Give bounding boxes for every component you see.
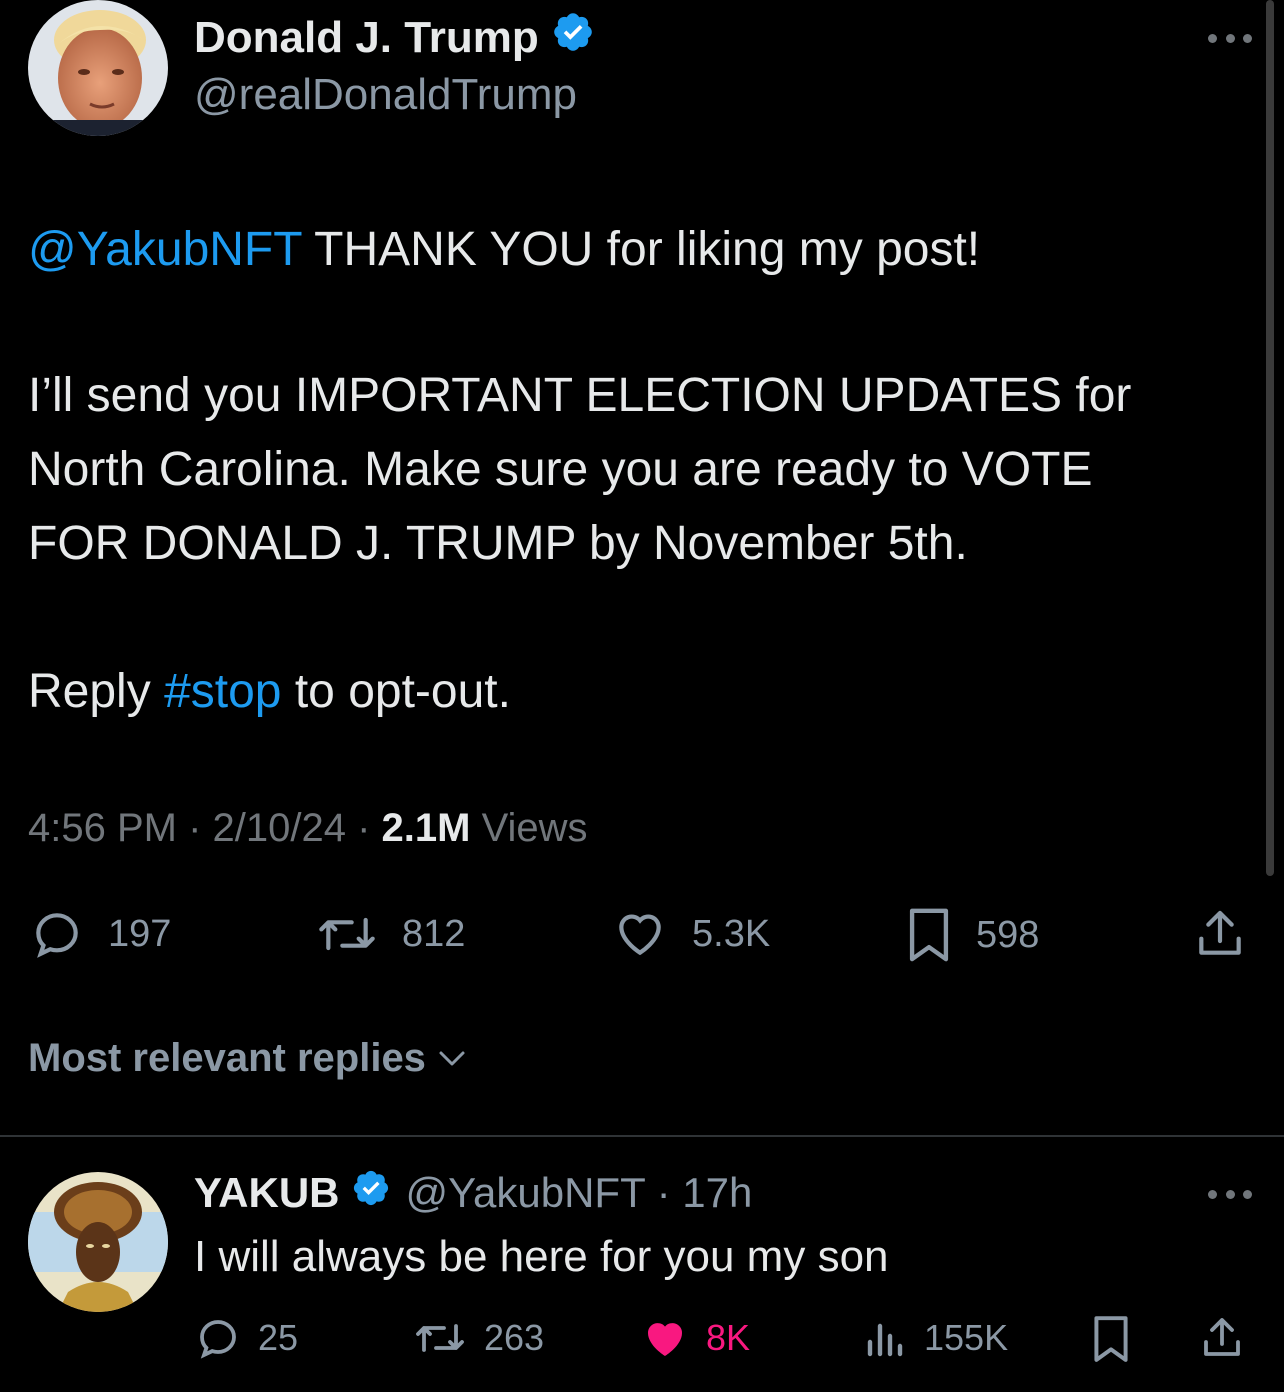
- author-handle[interactable]: @realDonaldTrump: [194, 70, 577, 120]
- reply-author-avatar[interactable]: [28, 1172, 168, 1312]
- heart-filled-icon: [647, 1323, 683, 1356]
- tweet-text: THANK YOU for liking my post!: [301, 223, 981, 276]
- reply-icon: [36, 913, 78, 958]
- scrollbar[interactable]: [1266, 0, 1274, 876]
- reply-reply-count: 25: [258, 1317, 299, 1358]
- chevron-down-icon: [439, 1051, 465, 1065]
- separator: ·: [176, 806, 213, 850]
- more-options-icon[interactable]: [1208, 30, 1252, 46]
- tweet-text-line-1: @YakubNFT THANK YOU for liking my post!: [28, 214, 980, 286]
- reply-like-count: 8K: [706, 1317, 751, 1358]
- repost-button[interactable]: 812: [314, 906, 465, 962]
- share-button[interactable]: [1192, 906, 1248, 962]
- mention-link[interactable]: @YakubNFT: [28, 223, 302, 276]
- like-button[interactable]: 5.3K: [610, 906, 770, 962]
- views-chart-icon: [867, 1323, 903, 1357]
- replies-sort-label[interactable]: Most relevant replies: [28, 1036, 426, 1081]
- repost-icon: [319, 917, 375, 951]
- views-label[interactable]: Views: [470, 806, 588, 850]
- bookmark-icon: [1094, 1316, 1128, 1362]
- verified-badge-icon[interactable]: [351, 1168, 391, 1218]
- tweet-text-line-2: I’ll send you IMPORTANT ELECTION UPDATES…: [28, 369, 1132, 422]
- verified-badge-icon[interactable]: [551, 10, 595, 65]
- views-count[interactable]: 2.1M: [382, 806, 471, 850]
- author-display-name[interactable]: Donald J. Trump: [194, 10, 595, 65]
- bookmark-button[interactable]: 598: [904, 906, 1039, 964]
- author-avatar[interactable]: [28, 0, 168, 136]
- reply-bookmark-button[interactable]: [1090, 1314, 1132, 1364]
- reply-header: YAKUB @YakubNFT · 17h: [194, 1168, 752, 1218]
- share-icon: [1199, 910, 1241, 955]
- reply-handle-time[interactable]: @YakubNFT · 17h: [405, 1169, 752, 1217]
- tweet-text-line-4: FOR DONALD J. TRUMP by November 5th.: [28, 517, 968, 570]
- reply-icon: [200, 1320, 236, 1359]
- reply-views-count: 155K: [924, 1317, 1009, 1358]
- bookmark-icon: [909, 908, 949, 962]
- replies-sort-dropdown[interactable]: Most relevant replies: [28, 1036, 466, 1081]
- divider: [0, 1135, 1284, 1137]
- tweet-text: Reply: [28, 665, 165, 718]
- like-count: 5.3K: [692, 912, 771, 955]
- reply-views-button[interactable]: 155K: [864, 1314, 1008, 1362]
- separator: ·: [345, 806, 382, 850]
- hashtag-link[interactable]: #stop: [164, 665, 281, 718]
- reply-repost-button[interactable]: 263: [412, 1314, 544, 1362]
- tweet-text-line-3: North Carolina. Make sure you are ready …: [28, 443, 1093, 496]
- reply-display-name[interactable]: YAKUB: [194, 1169, 339, 1217]
- reply-count: 197: [108, 912, 172, 955]
- reply-repost-count: 263: [484, 1317, 545, 1358]
- repost-count: 812: [402, 912, 466, 955]
- tweet-time[interactable]: 4:56 PM: [28, 806, 177, 850]
- display-name-text[interactable]: Donald J. Trump: [194, 13, 539, 63]
- reply-like-button[interactable]: 8K: [640, 1314, 750, 1362]
- bookmark-count: 598: [976, 913, 1040, 956]
- reply-button[interactable]: 197: [28, 906, 171, 962]
- tweet-detail-page: Donald J. Trump @realDonaldTrump @YakubN…: [0, 0, 1284, 1392]
- repost-icon: [416, 1324, 464, 1352]
- reply-more-options-icon[interactable]: [1208, 1186, 1252, 1202]
- share-icon: [1204, 1318, 1240, 1356]
- tweet-date[interactable]: 2/10/24: [213, 806, 346, 850]
- reply-text: I will always be here for you my son: [194, 1232, 889, 1281]
- reply-share-button[interactable]: [1198, 1314, 1246, 1362]
- tweet-meta: 4:56 PM · 2/10/24 · 2.1M Views: [28, 806, 588, 851]
- reply-reply-button[interactable]: 25: [194, 1314, 298, 1362]
- tweet-text-line-5: Reply #stop to opt-out.: [28, 656, 511, 728]
- heart-icon: [619, 914, 661, 956]
- tweet-text: to opt-out.: [281, 665, 511, 718]
